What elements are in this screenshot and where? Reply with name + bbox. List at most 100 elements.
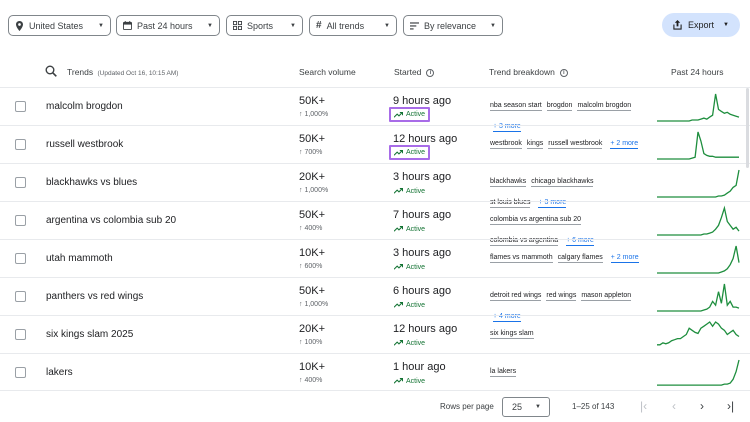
status-badge: Active — [391, 223, 428, 235]
started-header-label: Started — [394, 67, 422, 77]
search-volume-header[interactable]: Search volume — [299, 67, 356, 77]
breakdown-tag[interactable]: mason appleton — [581, 291, 632, 301]
breakdown-tag[interactable]: detroit red wings — [490, 291, 542, 301]
started-time: 7 hours ago — [393, 209, 452, 221]
trend-breakdown: flames vs mammoth calgary flames + 2 more — [490, 246, 640, 267]
info-icon[interactable]: i — [559, 68, 568, 77]
sparkline-series — [657, 131, 739, 160]
sort-filter[interactable]: By relevance ▼ — [403, 15, 503, 36]
table-row[interactable]: russell westbrook 50K+ ↑ 700% 12 hours ago A… — [0, 125, 750, 163]
category-filter[interactable]: Sports ▼ — [226, 15, 303, 36]
table-row[interactable]: malcolm brogdon 50K+ ↑ 1,000% 9 hours ago Ac… — [0, 87, 750, 132]
started-time: 12 hours ago — [393, 133, 458, 145]
table-row[interactable]: lakers 10K+ ↑ 400% 1 hour ago Active la laker… — [0, 353, 750, 391]
breakdown-tag[interactable]: six kings slam — [490, 329, 534, 339]
more-tags-link[interactable]: + 2 more — [610, 253, 639, 263]
breakdown-tag[interactable]: nba season start — [490, 101, 542, 111]
volume-change: ↑ 1,000% — [299, 187, 329, 194]
table-header: Trends (Updated Oct 16, 10:15 AM) Search… — [0, 57, 750, 87]
row-checkbox[interactable] — [15, 291, 26, 302]
rows-per-page-label: Rows per page — [440, 402, 494, 411]
breakdown-tag[interactable]: calgary flames — [557, 253, 603, 263]
breakdown-tag[interactable]: chicago blackhawks — [531, 177, 594, 187]
geo-filter[interactable]: United States ▼ — [8, 15, 111, 36]
sparkline-chart — [657, 321, 740, 346]
row-checkbox[interactable] — [15, 139, 26, 150]
breakdown-header-label: Trend breakdown — [489, 67, 555, 77]
started-time: 12 hours ago — [393, 323, 458, 335]
trend-breakdown: la lakers — [490, 360, 640, 381]
row-checkbox[interactable] — [15, 329, 26, 340]
status-label: Active — [406, 263, 426, 271]
row-checkbox[interactable] — [15, 177, 26, 188]
breakdown-tag[interactable]: blackhawks — [490, 177, 527, 187]
row-checkbox[interactable] — [15, 253, 26, 264]
hashtag-icon: # — [316, 20, 322, 31]
trend-type-filter-label: All trends — [326, 20, 365, 31]
row-checkbox[interactable] — [15, 367, 26, 378]
table-row[interactable]: blackhawks vs blues 20K+ ↑ 1,000% 3 hours a… — [0, 163, 750, 208]
volume-change: ↑ 400% — [299, 225, 323, 232]
time-filter[interactable]: Past 24 hours ▼ — [116, 15, 220, 36]
sparkline-series — [657, 93, 740, 122]
chevron-down-icon: ▼ — [535, 404, 541, 410]
search-volume: 50K+ — [299, 285, 325, 297]
search-icon[interactable] — [45, 65, 57, 77]
breakdown-tag[interactable]: red wings — [546, 291, 577, 301]
updated-timestamp: (Updated Oct 16, 10:15 AM) — [97, 70, 179, 77]
breakdown-tag[interactable]: flames vs mammoth — [490, 253, 553, 263]
search-volume: 10K+ — [299, 361, 325, 373]
breakdown-tag[interactable]: westbrook — [490, 139, 522, 149]
table-row[interactable]: six kings slam 2025 20K+ ↑ 100% 12 hours ag… — [0, 315, 750, 353]
trend-name[interactable]: argentina vs colombia sub 20 — [46, 215, 176, 226]
next-page-icon[interactable]: › — [700, 399, 704, 413]
breakdown-tag[interactable]: kings — [526, 139, 544, 149]
category-filter-label: Sports — [247, 20, 274, 31]
status-badge: Active — [391, 375, 428, 387]
table-row[interactable]: argentina vs colombia sub 20 50K+ ↑ 400% 7 … — [0, 201, 750, 246]
info-icon[interactable]: i — [426, 68, 435, 77]
more-tags-link[interactable]: + 2 more — [610, 139, 639, 149]
search-volume: 20K+ — [299, 323, 325, 335]
share-icon — [673, 20, 682, 30]
prev-page-icon[interactable]: ‹ — [672, 399, 676, 413]
volume-change-value: 400% — [304, 225, 323, 232]
export-button-label: Export — [688, 20, 715, 30]
scrollbar[interactable] — [746, 88, 749, 168]
volume-change: ↑ 600% — [299, 263, 323, 270]
trends-header-label: Trends — [67, 67, 94, 77]
breakdown-tag[interactable]: malcolm brogdon — [577, 101, 632, 111]
status-label: Active — [406, 301, 426, 309]
last-page-icon[interactable]: ›| — [727, 399, 734, 413]
trending-up-icon — [394, 302, 403, 308]
export-button[interactable]: Export ▼ — [662, 13, 740, 37]
rows-per-page-select[interactable]: 25 ▼ — [502, 397, 550, 417]
breakdown-tag[interactable]: la lakers — [490, 367, 517, 377]
trend-type-filter[interactable]: # All trends ▼ — [309, 15, 397, 36]
breakdown-tag[interactable]: russell westbrook — [548, 139, 603, 149]
volume-change-value: 400% — [304, 377, 323, 384]
trend-name[interactable]: panthers vs red wings — [46, 291, 143, 302]
row-checkbox[interactable] — [15, 101, 26, 112]
trend-name[interactable]: russell westbrook — [46, 139, 123, 150]
past24-header: Past 24 hours — [671, 67, 724, 77]
status-label: Active — [406, 225, 426, 233]
trend-name[interactable]: utah mammoth — [46, 253, 113, 264]
started-time: 3 hours ago — [393, 247, 452, 259]
trend-name[interactable]: blackhawks vs blues — [46, 177, 137, 188]
trend-name[interactable]: lakers — [46, 367, 73, 378]
breakdown-tag[interactable]: colombia vs argentina sub 20 — [490, 215, 582, 225]
started-header[interactable]: Started i — [394, 67, 435, 77]
started-time: 6 hours ago — [393, 285, 452, 297]
row-checkbox[interactable] — [15, 215, 26, 226]
started-time: 1 hour ago — [393, 361, 446, 373]
table-row[interactable]: utah mammoth 10K+ ↑ 600% 3 hours ago Active f… — [0, 239, 750, 277]
table-row[interactable]: panthers vs red wings 50K+ ↑ 1,000% 6 hours… — [0, 277, 750, 322]
search-volume: 50K+ — [299, 133, 325, 145]
first-page-icon[interactable]: |‹ — [640, 399, 647, 413]
status-badge: Active — [389, 107, 431, 122]
breakdown-tag[interactable]: brogdon — [546, 101, 573, 111]
trend-name[interactable]: malcolm brogdon — [46, 101, 123, 112]
status-badge: Active — [391, 337, 428, 349]
trend-name[interactable]: six kings slam 2025 — [46, 329, 133, 340]
